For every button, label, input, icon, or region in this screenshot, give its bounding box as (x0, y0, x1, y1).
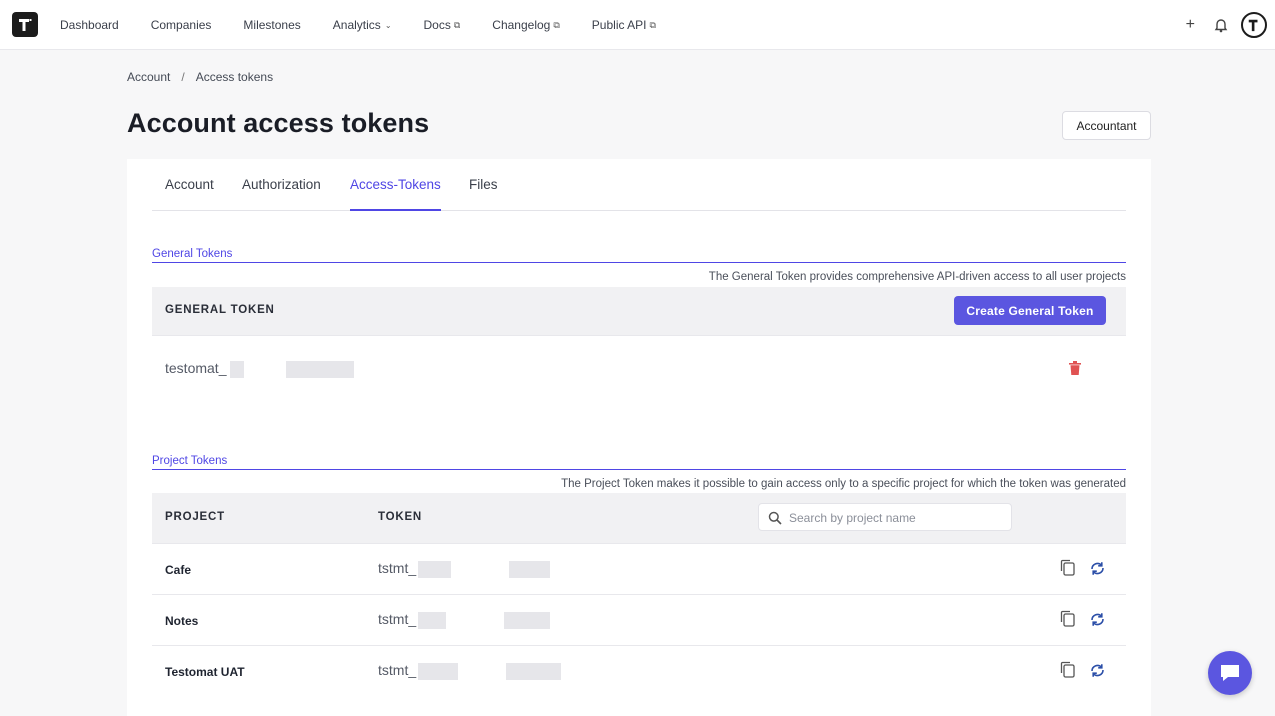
breadcrumb-account-link[interactable]: Account (127, 70, 170, 84)
copy-icon[interactable] (1060, 559, 1075, 576)
project-tokens-description: The Project Token makes it possible to g… (561, 478, 1126, 490)
project-column-header: PROJECT (165, 511, 225, 523)
search-icon (768, 511, 782, 525)
nav-menu: Dashboard Companies Milestones Analytics… (60, 0, 688, 50)
project-token-value: tstmt_ (378, 560, 417, 576)
refresh-icon[interactable] (1089, 560, 1106, 577)
project-tokens-title: Project Tokens (152, 455, 1126, 470)
nav-item-changelog[interactable]: Changelog ⧉ (492, 18, 560, 32)
chevron-down-icon: ⌄ (384, 20, 392, 30)
tab-account[interactable]: Account (165, 177, 214, 211)
accountant-button[interactable]: Accountant (1062, 111, 1151, 140)
external-link-icon: ⧉ (453, 19, 461, 30)
search-input[interactable] (789, 509, 1004, 527)
avatar-icon[interactable] (1241, 12, 1267, 38)
tab-access-tokens[interactable]: Access-Tokens (350, 177, 441, 211)
project-name: Testomat UAT (165, 665, 245, 679)
copy-icon[interactable] (1060, 610, 1075, 627)
token-column-header: TOKEN (378, 511, 423, 523)
project-search (758, 503, 1012, 531)
external-link-icon: ⧉ (649, 19, 656, 30)
breadcrumb: Account / Access tokens (127, 70, 273, 84)
project-token-value: tstmt_ (378, 611, 417, 627)
copy-icon[interactable] (1060, 661, 1075, 678)
tab-files[interactable]: Files (469, 177, 498, 211)
general-token-row: testomat_ (152, 335, 1126, 401)
project-token-value: tstmt_ (378, 662, 417, 678)
tab-bar: Account Authorization Access-Tokens File… (152, 159, 1126, 211)
nav-item-dashboard[interactable]: Dashboard (60, 18, 119, 32)
nav-actions: + (1186, 0, 1267, 50)
refresh-icon[interactable] (1089, 611, 1106, 628)
token-redacted (418, 561, 550, 578)
refresh-icon[interactable] (1089, 662, 1106, 679)
nav-item-analytics[interactable]: Analytics ⌄ (333, 18, 392, 32)
nav-item-companies[interactable]: Companies (151, 18, 212, 32)
token-redacted (418, 663, 561, 680)
general-token-column-header: GENERAL TOKEN (165, 304, 275, 316)
project-name: Cafe (165, 563, 192, 577)
bell-icon[interactable] (1213, 17, 1229, 33)
chat-icon (1221, 665, 1239, 681)
general-token-value: testomat_ (165, 360, 227, 376)
table-row: Testomat UAT tstmt_ (152, 645, 1126, 697)
chat-button[interactable] (1208, 651, 1252, 695)
general-token-header: GENERAL TOKEN Create General Token (152, 287, 1126, 335)
token-redacted (418, 612, 550, 629)
external-link-icon: ⧉ (553, 19, 560, 30)
table-row: Notes tstmt_ (152, 594, 1126, 646)
breadcrumb-current: Access tokens (195, 70, 274, 84)
project-name: Notes (165, 614, 199, 628)
nav-item-milestones[interactable]: Milestones (243, 18, 300, 32)
general-tokens-description: The General Token provides comprehensive… (708, 271, 1126, 283)
create-general-token-button[interactable]: Create General Token (954, 296, 1106, 325)
trash-icon[interactable] (1069, 361, 1081, 375)
nav-item-public-api[interactable]: Public API ⧉ (592, 18, 656, 32)
breadcrumb-separator: / (181, 70, 185, 84)
token-redacted (230, 361, 354, 378)
plus-icon[interactable]: + (1186, 16, 1195, 34)
nav-item-docs[interactable]: Docs ⧉ (424, 18, 461, 32)
top-nav: Dashboard Companies Milestones Analytics… (0, 0, 1275, 50)
page-title: Account access tokens (127, 108, 430, 138)
content-card: Account Authorization Access-Tokens File… (127, 159, 1151, 716)
logo-icon[interactable] (12, 12, 38, 37)
table-row: Cafe tstmt_ (152, 543, 1126, 595)
general-tokens-title: General Tokens (152, 248, 1126, 263)
tab-authorization[interactable]: Authorization (242, 177, 321, 211)
